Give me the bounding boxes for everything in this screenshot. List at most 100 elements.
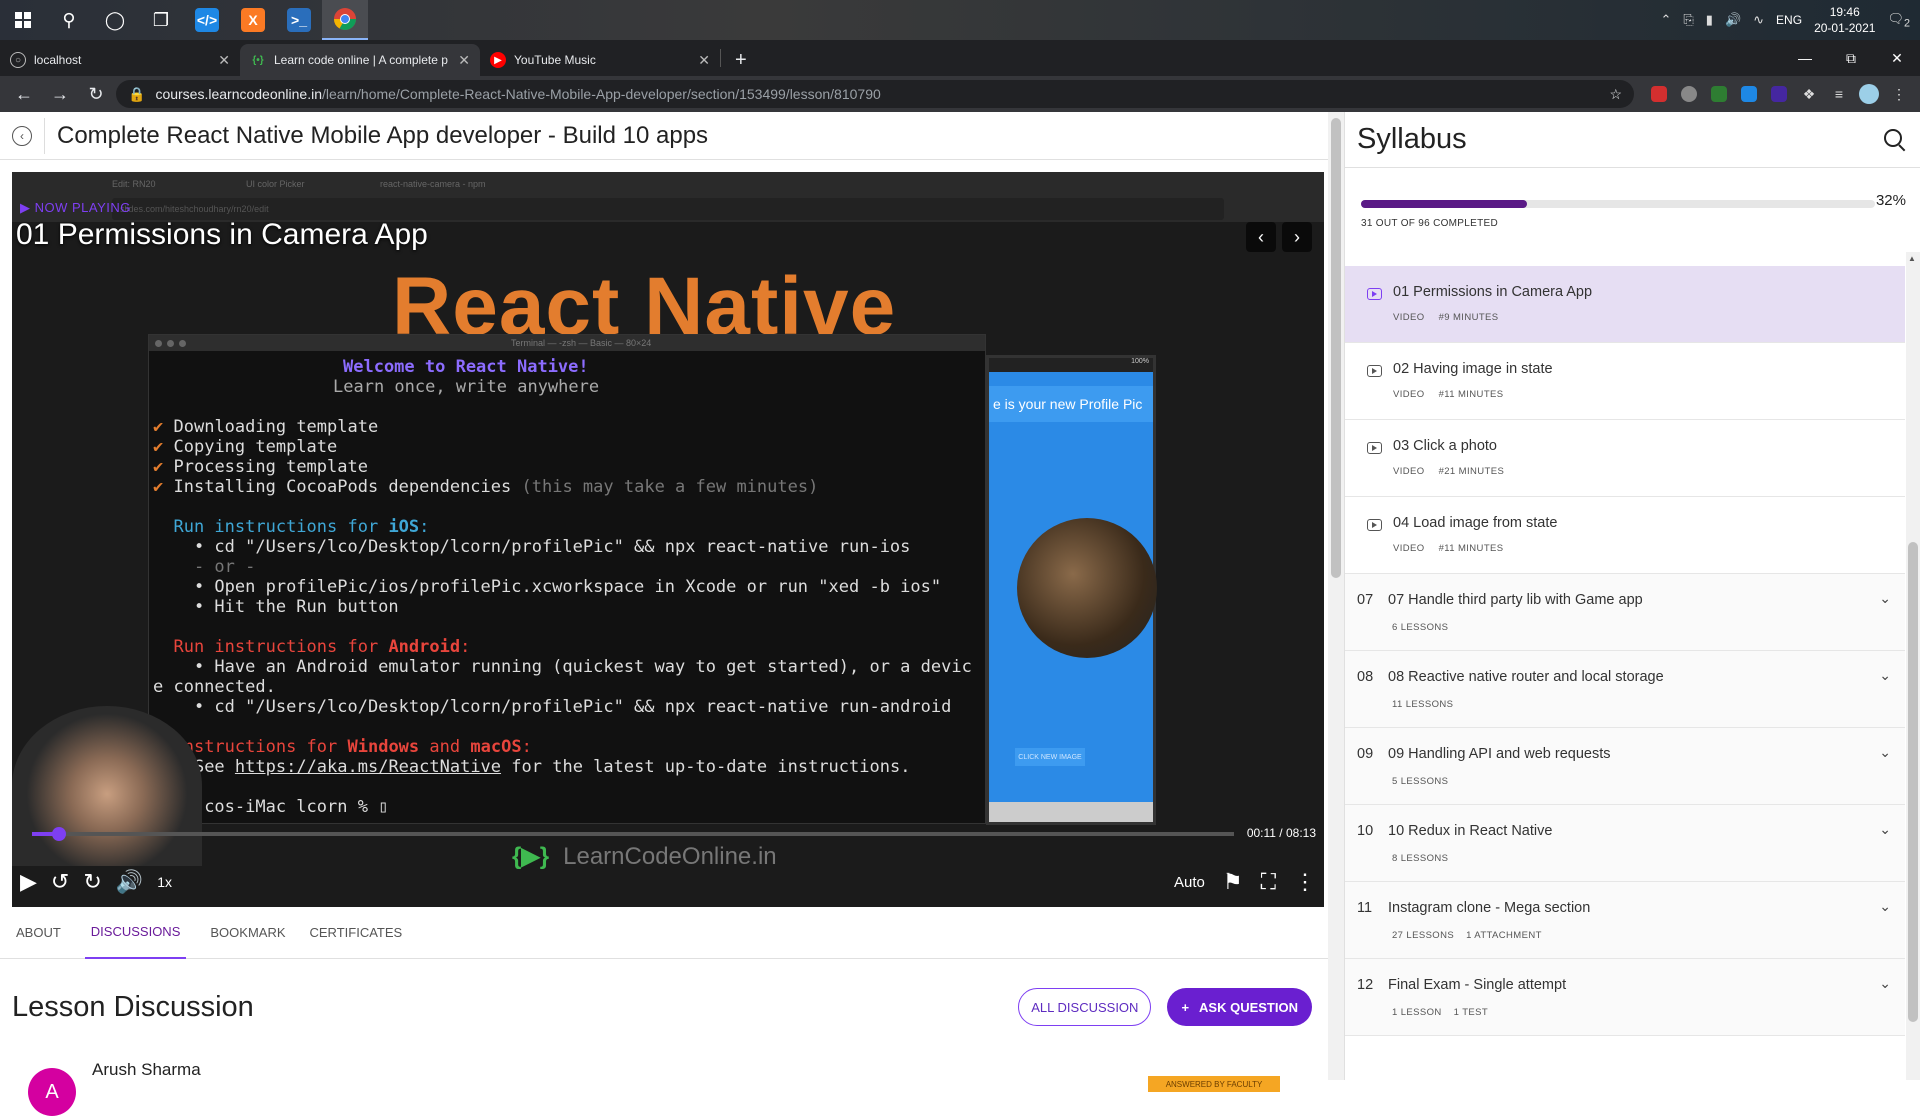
fullscreen-icon[interactable]: ⛶ [1261,869,1276,895]
course-title: Complete React Native Mobile App develop… [57,121,709,149]
playback-speed-button[interactable]: 1x [157,874,172,890]
forward-10-icon[interactable]: ↻ [83,869,101,895]
language-indicator[interactable]: ENG [1776,13,1802,27]
vscode-app-icon[interactable]: </> [184,0,230,40]
video-player[interactable]: Edit: RN20 UI color Picker react-native-… [12,172,1324,907]
xampp-app-icon[interactable]: X [230,0,276,40]
ask-question-button[interactable]: + ASK QUESTION [1167,988,1312,1026]
windows-start-icon[interactable] [0,0,46,40]
address-bar[interactable]: 🔒 courses.learncodeonline.in/learn/home/… [116,80,1634,108]
discussion-item[interactable]: A Arush Sharma ANSWERED BY FACULTY [28,1054,1308,1116]
usb-icon[interactable]: ⎘ [1683,12,1693,28]
puzzle-extensions-icon[interactable]: ❖ [1796,78,1822,110]
volume-icon[interactable]: 🔊 [1725,12,1741,28]
chevron-down-icon[interactable]: ⌄ [1879,821,1891,838]
page-scrollbar[interactable] [1328,112,1344,1080]
play-icon[interactable]: ▶ [20,869,37,895]
video-progress-track[interactable] [32,827,1234,841]
tab-learn-code-online[interactable]: {•} Learn code online | A complete p ✕ [240,44,480,76]
page-scrollbar-thumb[interactable] [1331,118,1341,578]
course-progress-track [1361,200,1875,208]
lesson-item[interactable]: 02 Having image in state VIDEO #11 MINUTE… [1345,343,1905,420]
close-tab-icon[interactable]: ✕ [218,52,230,69]
chevron-down-icon[interactable]: ⌄ [1879,975,1891,992]
lock-icon[interactable]: 🔒 [128,86,145,103]
back-circle-icon[interactable]: ‹ [12,125,32,146]
terminal-line: • cd "/Users/lco/Desktop/lcorn/profilePi… [153,697,952,717]
syllabus-scrollbar-thumb[interactable] [1908,542,1918,1022]
more-options-icon[interactable]: ⋮ [1294,869,1316,895]
profile-avatar[interactable] [1856,78,1882,110]
section-item[interactable]: 08 08 Reactive native router and local s… [1345,651,1905,728]
video-time: 00:11 / 08:13 [1246,826,1316,840]
video-icon [1367,442,1382,454]
section-item[interactable]: 12 Final Exam - Single attempt 1 LESSON 1… [1345,959,1905,1036]
back-arrow-icon[interactable]: ← [8,78,40,110]
video-progress-knob[interactable] [51,827,66,841]
notifications-icon[interactable]: 🗨2 [1887,11,1910,30]
battery-icon[interactable]: ▮ [1706,12,1713,28]
restore-icon[interactable]: ⧉ [1828,40,1874,76]
quality-button[interactable]: Auto [1174,874,1205,891]
all-discussion-button[interactable]: ALL DISCUSSION [1018,988,1152,1026]
new-tab-button[interactable]: + [721,44,761,76]
tab-bookmark[interactable]: BOOKMARK [210,907,285,959]
forward-arrow-icon[interactable]: → [44,78,76,110]
extension-icon[interactable] [1766,78,1792,110]
wifi-icon[interactable]: ∿ [1753,12,1764,28]
bookmark-star-icon[interactable]: ☆ [1609,86,1622,103]
task-view-icon[interactable]: ❐ [138,0,184,40]
lesson-item[interactable]: 04 Load image from state VIDEO #11 MINUTE… [1345,497,1905,574]
tab-certificates[interactable]: CERTIFICATES [310,907,403,959]
section-item[interactable]: 07 07 Handle third party lib with Game a… [1345,574,1905,651]
scroll-up-icon[interactable]: ▲ [1908,254,1916,263]
volume-icon[interactable]: 🔊 [116,869,143,895]
reload-icon[interactable]: ↻ [80,78,112,110]
chevron-down-icon[interactable]: ⌄ [1879,744,1891,761]
chevron-down-icon[interactable]: ⌄ [1879,898,1891,915]
chevron-down-icon[interactable]: ⌄ [1879,667,1891,684]
close-window-icon[interactable]: ✕ [1874,40,1920,76]
next-lesson-button[interactable]: › [1282,222,1312,252]
section-number: 08 [1357,669,1374,685]
lesson-duration: #11 MINUTES [1438,389,1504,400]
extension-icon[interactable] [1736,78,1762,110]
media-queue-icon[interactable]: ≡ [1826,78,1852,110]
section-title: 09 Handling API and web requests [1388,746,1611,762]
clock[interactable]: 19:46 20-01-2021 [1814,4,1875,36]
course-progress-percent: 32% [1875,192,1906,209]
lesson-item[interactable]: 01 Permissions in Camera App VIDEO #9 MIN… [1345,266,1905,343]
video-lesson-title: 01 Permissions in Camera App [16,218,428,251]
close-tab-icon[interactable]: ✕ [458,52,470,69]
search-icon[interactable]: ⚲ [46,0,92,40]
section-item[interactable]: 11 Instagram clone - Mega section 27 LES… [1345,882,1905,959]
syllabus-scrollbar[interactable]: ▲ [1906,252,1920,1080]
tab-about[interactable]: ABOUT [16,907,61,959]
tab-discussions[interactable]: DISCUSSIONS [84,907,187,959]
minimize-icon[interactable]: — [1782,40,1828,76]
extension-icon[interactable] [1676,78,1702,110]
powershell-app-icon[interactable]: >_ [276,0,322,40]
lco-icon: {•} [252,54,264,66]
chevron-down-icon[interactable]: ⌄ [1879,590,1891,607]
chevron-up-icon[interactable]: ⌃ [1660,12,1671,28]
shield-extension-icon[interactable] [1706,78,1732,110]
tab-localhost[interactable]: ○ localhost ✕ [0,44,240,76]
ask-question-label: ASK QUESTION [1199,999,1298,1015]
section-item[interactable]: 09 09 Handling API and web requests 5 LE… [1345,728,1905,805]
chrome-menu-icon[interactable]: ⋮ [1886,78,1912,110]
lesson-duration: #21 MINUTES [1438,466,1505,477]
chrome-app-icon[interactable] [322,0,368,40]
section-title: 10 Redux in React Native [1388,823,1553,839]
bookmark-icon[interactable]: ⚑ [1223,869,1243,895]
search-icon[interactable] [1884,128,1906,151]
close-tab-icon[interactable]: ✕ [698,52,710,69]
previous-lesson-button[interactable]: ‹ [1246,222,1276,252]
adblock-extension-icon[interactable] [1646,78,1672,110]
tab-youtube-music[interactable]: ▶ YouTube Music ✕ [480,44,720,76]
rewind-10-icon[interactable]: ↺ [51,869,69,895]
course-header: ‹ Complete React Native Mobile App devel… [0,112,1328,160]
lesson-item[interactable]: 03 Click a photo VIDEO #21 MINUTES [1345,420,1905,497]
cortana-icon[interactable]: ◯ [92,0,138,40]
section-item[interactable]: 10 10 Redux in React Native 8 LESSONS ⌄ [1345,805,1905,882]
